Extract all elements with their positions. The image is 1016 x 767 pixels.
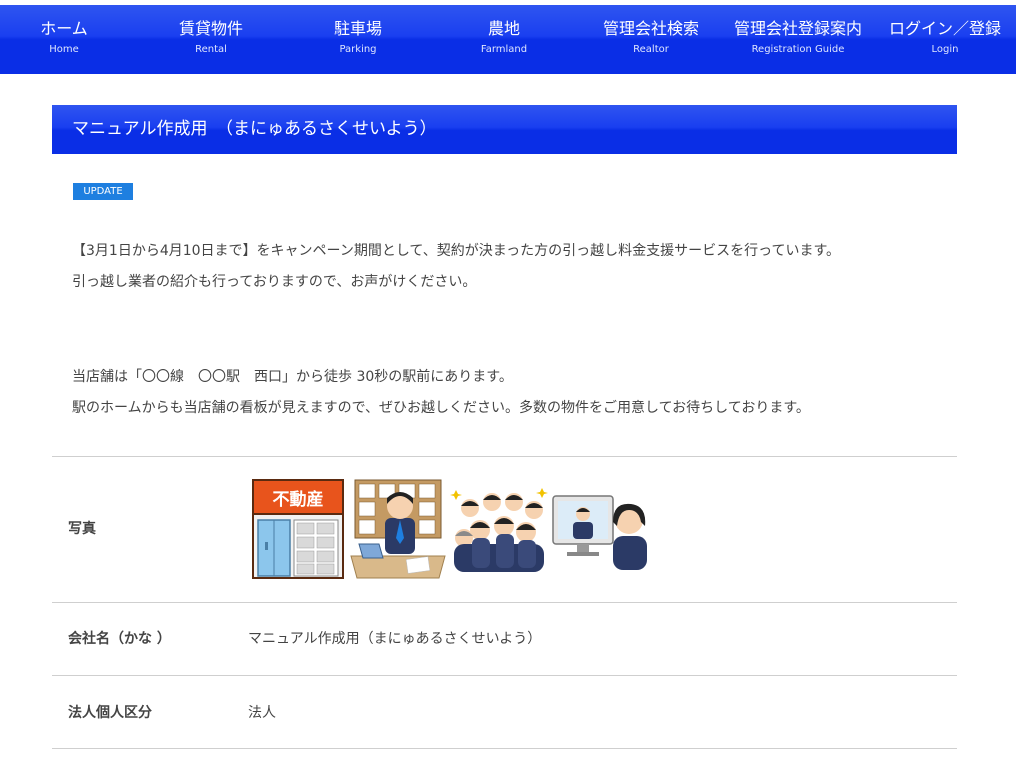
nav-item-sublabel: Parking — [339, 44, 377, 55]
entity-type-label: 法人個人区分 — [68, 705, 152, 721]
door-handle — [265, 542, 268, 550]
monitor-stand — [577, 544, 589, 552]
nav-item-rental[interactable]: 賃貸物件 Rental — [166, 5, 256, 74]
paragraph: 当店舗は「〇〇線 〇〇駅 西口」から徒歩 30秒の駅前にあります。 — [72, 369, 513, 385]
agent-desk-photo[interactable] — [349, 478, 447, 580]
nav-item-label: 駐車場 — [333, 19, 382, 38]
laptop — [358, 543, 384, 559]
nav-item-sublabel: Farmland — [480, 44, 528, 55]
team-photo[interactable] — [450, 478, 548, 580]
update-badge: UPDATE — [73, 183, 133, 200]
nav-item-sublabel: Registration Guide — [751, 44, 845, 55]
main-nav: ホーム Home 賃貸物件 Rental 駐車場 Parking 農地 Farm… — [0, 5, 1016, 74]
nav-item-label: 農地 — [487, 19, 520, 38]
nav-item-registration-guide[interactable]: 管理会社登録案内 Registration Guide — [728, 5, 868, 74]
remote-person-body — [573, 522, 593, 539]
access-text: 当店舗は「〇〇線 〇〇駅 西口」から徒歩 30秒の駅前にあります。 駅のホームか… — [72, 362, 934, 424]
nav-item-sublabel: Home — [49, 44, 79, 55]
nav-item-login[interactable]: ログイン／登録 Login — [884, 5, 1006, 74]
divider — [52, 675, 957, 676]
divider — [52, 456, 957, 457]
shop-photo[interactable]: 不動産 — [252, 478, 344, 580]
paragraph: 駅のホームからも当店舗の看板が見えますので、ぜひお越しください。多数の物件をご用… — [72, 400, 810, 416]
photo-label: 写真 — [68, 521, 96, 537]
nav-item-sublabel: Realtor — [633, 44, 669, 55]
desk — [350, 555, 446, 579]
nav-item-sublabel: Login — [931, 44, 959, 55]
nav-item-label: ログイン／登録 — [888, 19, 1001, 38]
paragraph: 【3月1日から4月10日まで】をキャンペーン期間として、契約が決まった方の引っ越… — [72, 243, 841, 259]
nav-item-home[interactable]: ホーム Home — [24, 5, 104, 74]
team-members — [454, 493, 544, 572]
divider — [52, 748, 957, 749]
company-name-value: マニュアル作成用（まにゅあるさくせいよう） — [248, 631, 542, 647]
campaign-text: 【3月1日から4月10日まで】をキャンペーン期間として、契約が決まった方の引っ越… — [72, 236, 934, 298]
nav-item-label: 賃貸物件 — [178, 19, 243, 38]
nav-item-label: ホーム — [40, 19, 88, 38]
paper — [405, 556, 431, 574]
nav-item-parking[interactable]: 駐車場 Parking — [318, 5, 398, 74]
shop-sign-text: 不動産 — [273, 489, 324, 510]
monitor-base — [567, 552, 599, 556]
paragraph: 引っ越し業者の紹介も行っておりますので、お声がけください。 — [72, 274, 477, 290]
page-title-bar: マニュアル作成用 （まにゅあるさくせいよう） — [52, 105, 957, 154]
divider — [52, 602, 957, 603]
entity-type-value: 法人 — [248, 705, 276, 721]
nav-item-label: 管理会社検索 — [602, 19, 699, 38]
page-title: マニュアル作成用 （まにゅあるさくせいよう） — [72, 119, 437, 139]
nav-item-label: 管理会社登録案内 — [733, 19, 862, 38]
online-meeting-photo[interactable] — [551, 478, 649, 580]
company-name-label: 会社名（かな ） — [68, 631, 171, 647]
woman-body — [613, 536, 647, 570]
nav-item-realtor[interactable]: 管理会社検索 Realtor — [596, 5, 706, 74]
nav-item-farmland[interactable]: 農地 Farmland — [464, 5, 544, 74]
nav-item-sublabel: Rental — [195, 44, 227, 55]
